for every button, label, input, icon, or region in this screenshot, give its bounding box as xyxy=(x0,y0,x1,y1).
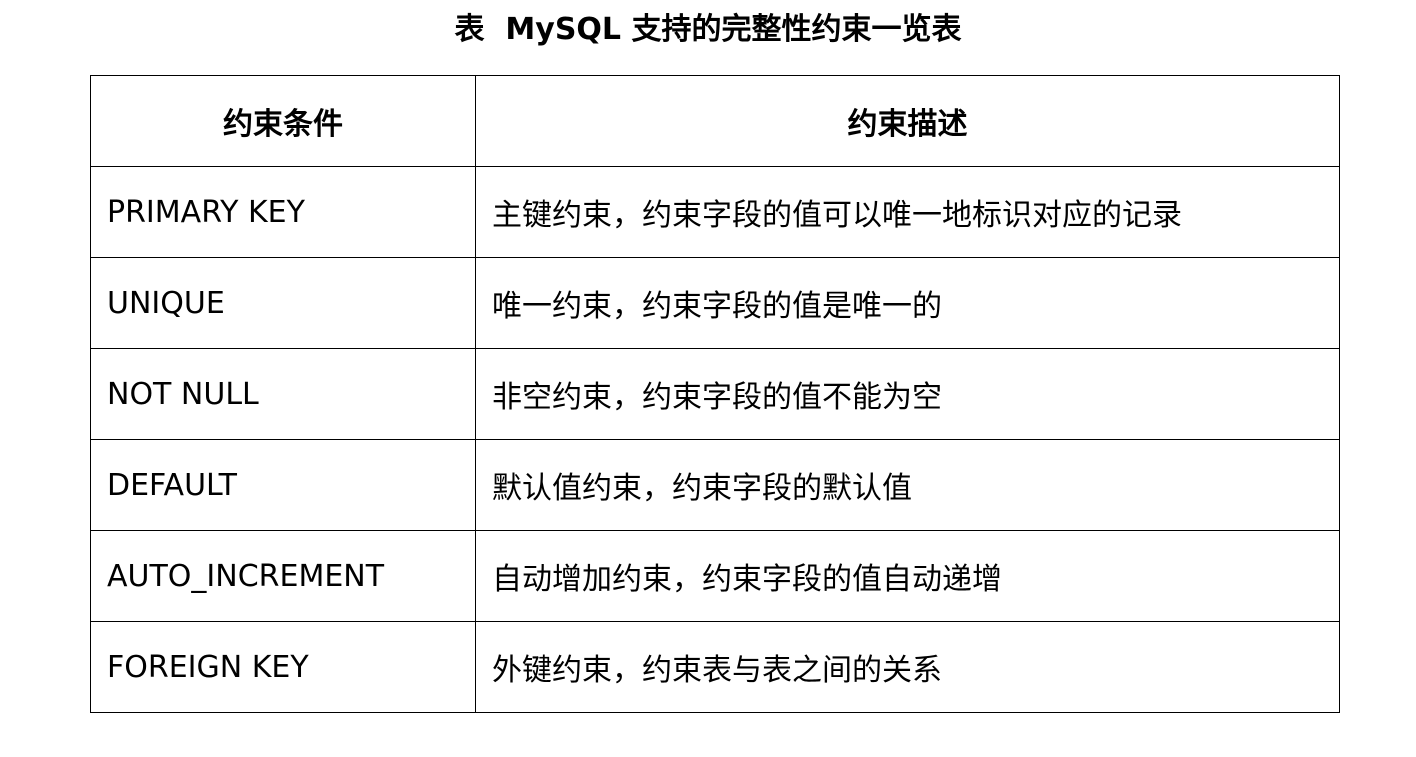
constraint-description: 默认值约束，约束字段的默认值 xyxy=(475,439,1340,531)
constraint-condition: NOT NULL xyxy=(90,348,476,440)
constraint-description: 外键约束，约束表与表之间的关系 xyxy=(475,621,1340,713)
table-row: PRIMARY KEY 主键约束，约束字段的值可以唯一地标识对应的记录 xyxy=(90,166,1340,258)
constraint-condition: UNIQUE xyxy=(90,257,476,349)
constraint-description: 唯一约束，约束字段的值是唯一的 xyxy=(475,257,1340,349)
constraint-description: 非空约束，约束字段的值不能为空 xyxy=(475,348,1340,440)
document-title: 表 MySQL 支持的完整性约束一览表 xyxy=(454,12,962,47)
constraint-description: 主键约束，约束字段的值可以唯一地标识对应的记录 xyxy=(475,166,1340,258)
table-header-row: 约束条件 约束描述 xyxy=(90,75,1340,167)
constraint-description: 自动增加约束，约束字段的值自动递增 xyxy=(475,530,1340,622)
header-condition: 约束条件 xyxy=(90,75,476,167)
table-row: FOREIGN KEY 外键约束，约束表与表之间的关系 xyxy=(90,621,1340,713)
table-row: NOT NULL 非空约束，约束字段的值不能为空 xyxy=(90,348,1340,440)
table-row: AUTO_INCREMENT 自动增加约束，约束字段的值自动递增 xyxy=(90,530,1340,622)
constraint-condition: DEFAULT xyxy=(90,439,476,531)
table-row: DEFAULT 默认值约束，约束字段的默认值 xyxy=(90,439,1340,531)
table-row: UNIQUE 唯一约束，约束字段的值是唯一的 xyxy=(90,257,1340,349)
constraints-table: 约束条件 约束描述 PRIMARY KEY 主键约束，约束字段的值可以唯一地标识… xyxy=(90,75,1340,713)
header-description: 约束描述 xyxy=(475,75,1340,167)
constraint-condition: PRIMARY KEY xyxy=(90,166,476,258)
constraint-condition: AUTO_INCREMENT xyxy=(90,530,476,622)
constraint-condition: FOREIGN KEY xyxy=(90,621,476,713)
